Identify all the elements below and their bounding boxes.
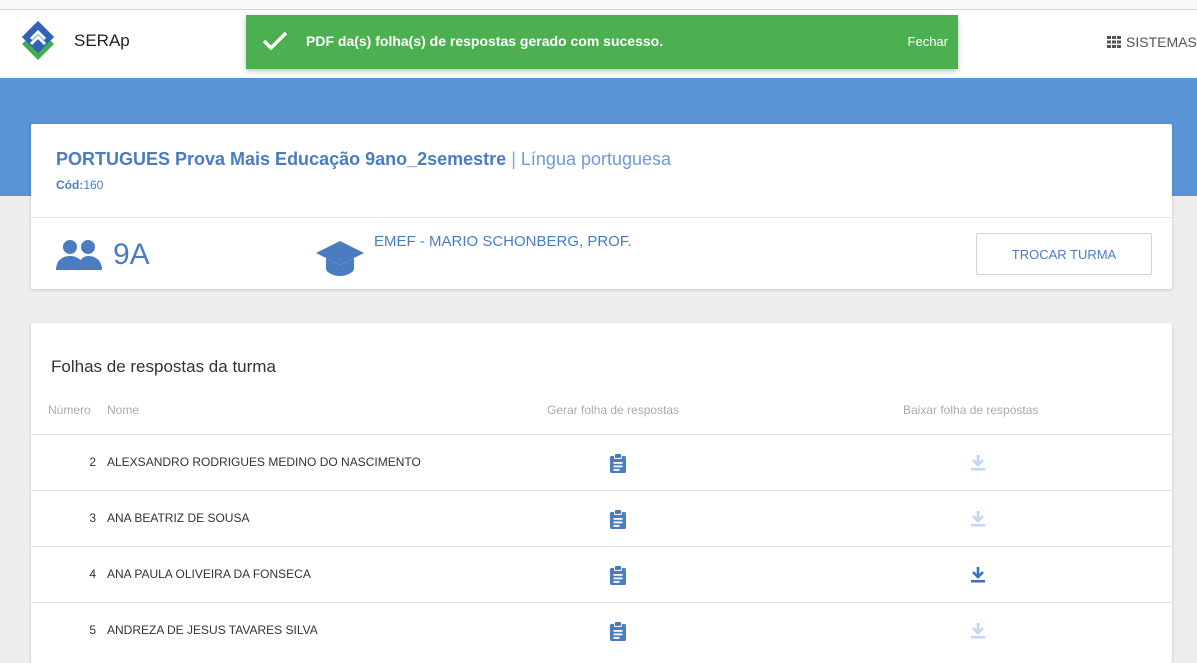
- column-header-baixar: Baixar folha de respostas: [903, 403, 1039, 417]
- table-row: 4 ANA PAULA OLIVEIRA DA FONSECA: [31, 546, 1172, 602]
- prova-code: Cód:160: [56, 178, 103, 192]
- browser-top-strip: [0, 0, 1197, 10]
- clipboard-icon[interactable]: [610, 565, 626, 590]
- toast-close-button[interactable]: Fechar: [908, 34, 948, 49]
- cod-label: Cód:: [56, 178, 84, 192]
- folhas-table: 2 ALEXSANDRO RODRIGUES MEDINO DO NASCIME…: [31, 434, 1172, 658]
- card-divider: [31, 217, 1172, 218]
- row-numero: 4: [89, 567, 96, 581]
- table-row: 2 ALEXSANDRO RODRIGUES MEDINO DO NASCIME…: [31, 434, 1172, 490]
- sistemas-menu[interactable]: SISTEMAS: [1106, 34, 1197, 50]
- prova-title: PORTUGUES Prova Mais Educação 9ano_2seme…: [56, 149, 671, 170]
- download-icon[interactable]: [971, 567, 985, 588]
- column-header-gerar: Gerar folha de respostas: [547, 403, 680, 417]
- clipboard-icon[interactable]: [610, 509, 626, 534]
- folhas-card: Folhas de respostas da turma Número Nome…: [31, 323, 1172, 663]
- serap-logo-icon[interactable]: [20, 19, 56, 61]
- sistemas-label: SISTEMAS: [1126, 34, 1197, 50]
- title-separator: |: [511, 149, 516, 169]
- row-nome: ANA BEATRIZ DE SOUSA: [107, 511, 250, 525]
- clipboard-icon[interactable]: [610, 453, 626, 478]
- download-icon[interactable]: [971, 455, 985, 476]
- row-nome: ALEXSANDRO RODRIGUES MEDINO DO NASCIMENT…: [107, 455, 421, 469]
- school-name: EMEF - MARIO SCHONBERG, PROF.: [374, 233, 632, 250]
- success-toast: PDF da(s) folha(s) de respostas gerado c…: [246, 15, 958, 69]
- turma-name: 9A: [113, 238, 150, 271]
- row-numero: 3: [89, 511, 96, 525]
- table-row: 3 ANA BEATRIZ DE SOUSA: [31, 490, 1172, 546]
- user-area: [957, 30, 1089, 52]
- trocar-turma-button[interactable]: TROCAR TURMA: [976, 233, 1152, 275]
- graduation-cap-icon: [315, 239, 365, 282]
- toast-message: PDF da(s) folha(s) de respostas gerado c…: [306, 33, 664, 49]
- group-icon: [55, 238, 103, 277]
- row-numero: 2: [89, 455, 96, 469]
- row-nome: ANDREZA DE JESUS TAVARES SILVA: [107, 623, 318, 637]
- prova-name: PORTUGUES Prova Mais Educação 9ano_2seme…: [56, 149, 507, 169]
- column-header-numero: Número: [48, 403, 91, 417]
- brand-name[interactable]: SERAp: [74, 31, 130, 51]
- cod-value: 160: [83, 178, 104, 192]
- folhas-title: Folhas de respostas da turma: [51, 357, 276, 376]
- prova-info-card: PORTUGUES Prova Mais Educação 9ano_2seme…: [31, 124, 1172, 289]
- table-row: 5 ANDREZA DE JESUS TAVARES SILVA: [31, 602, 1172, 658]
- download-icon[interactable]: [971, 623, 985, 644]
- row-numero: 5: [89, 623, 96, 637]
- column-header-nome: Nome: [107, 403, 140, 417]
- prova-subject: Língua portuguesa: [520, 149, 672, 169]
- clipboard-icon[interactable]: [610, 621, 626, 646]
- checkmark-icon: [262, 31, 288, 51]
- row-nome: ANA PAULA OLIVEIRA DA FONSECA: [107, 567, 311, 581]
- apps-grid-icon: [1107, 36, 1121, 48]
- download-icon[interactable]: [971, 511, 985, 532]
